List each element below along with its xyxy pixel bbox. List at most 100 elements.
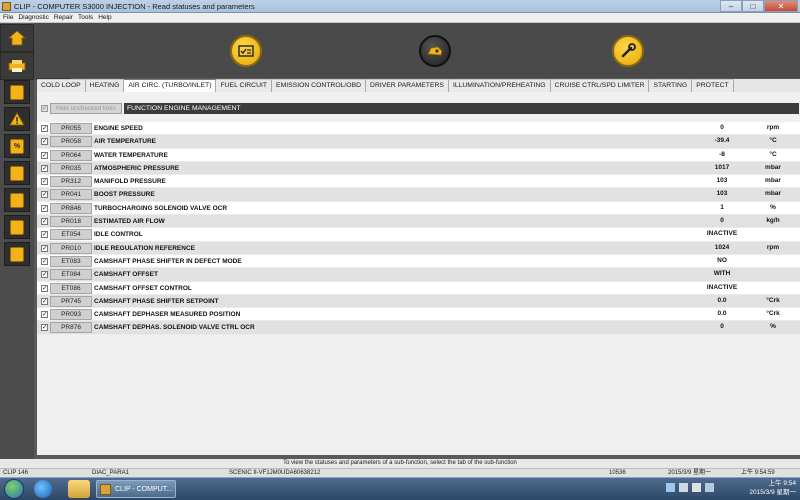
tab-4[interactable]: EMISSION CONTROL/OBD (272, 79, 367, 92)
parameter-code[interactable]: PR846 (50, 202, 92, 214)
sidebar-parameters-button[interactable]: % (4, 134, 30, 158)
parameter-value: 1017 (714, 163, 730, 171)
parameter-row[interactable]: ✓ PR018 ESTIMATED AIR FLOW 0 kg/h (37, 215, 800, 229)
maximize-button[interactable]: □ (742, 0, 764, 12)
tab-8[interactable]: STARTING (649, 79, 693, 92)
row-checkbox[interactable]: ✓ (41, 204, 48, 212)
engine-parameters-button[interactable] (419, 35, 451, 67)
flag-icon[interactable] (692, 483, 701, 492)
keyboard-icon[interactable] (705, 483, 714, 492)
close-button[interactable]: ✕ (764, 0, 798, 12)
parameter-code[interactable]: PR010 (50, 242, 92, 254)
home-button[interactable] (0, 24, 34, 52)
parameter-code[interactable]: ET083 (50, 255, 92, 267)
clock-time: 上午 9:54 (768, 480, 796, 487)
row-checkbox[interactable]: ✓ (41, 218, 48, 226)
parameter-name: CAMSHAFT OFFSET CONTROL (94, 284, 192, 292)
parameter-row[interactable]: ✓ PR745 CAMSHAFT PHASE SHIFTER SETPOINT 0.0… (37, 294, 800, 309)
parameter-row[interactable]: ✓ PR055 ENGINE SPEED 0 rpm (37, 122, 800, 136)
parameter-code[interactable]: ET086 (50, 282, 92, 294)
parameter-code[interactable]: PR055 (50, 123, 92, 134)
network-icon[interactable] (666, 483, 675, 492)
menu-help[interactable]: Help (98, 13, 111, 22)
parameter-code[interactable]: PR093 (50, 309, 92, 321)
parameter-row[interactable]: ✓ PR876 CAMSHAFT DEPHAS. SOLENOID VALVE CT… (37, 321, 800, 335)
parameter-row[interactable]: ✓ ET083 CAMSHAFT PHASE SHIFTER IN DEFECT M… (37, 254, 800, 269)
row-checkbox[interactable]: ✓ (41, 324, 48, 332)
parameter-code[interactable]: PR058 (50, 136, 92, 148)
parameter-value: 0 (720, 323, 724, 331)
sidebar-vehicle-button[interactable] (4, 161, 30, 185)
hide-unchecked-checkbox[interactable]: ✓ (41, 105, 48, 112)
menu-tools[interactable]: Tools (78, 13, 93, 22)
parameter-row[interactable]: ✓ PR041 BOOST PRESSURE 103 mbar (37, 188, 800, 202)
status-check-button[interactable] (230, 35, 262, 67)
sidebar-codes-button[interactable] (4, 242, 30, 266)
tab-7[interactable]: CRUISE CTRL/SPD LIMITER (550, 79, 650, 92)
sidebar-calculator-button[interactable] (4, 80, 30, 104)
parameter-value: -39.4 (714, 137, 730, 145)
row-checkbox[interactable]: ✓ (41, 311, 48, 319)
start-button[interactable] (4, 479, 24, 499)
parameter-code[interactable]: PR035 (50, 162, 92, 174)
sidebar-warning-button[interactable] (4, 107, 30, 131)
row-checkbox[interactable]: ✓ (41, 138, 48, 146)
tab-5[interactable]: DRIVER PARAMETERS (366, 79, 449, 92)
print-button[interactable] (0, 52, 34, 80)
row-checkbox[interactable]: ✓ (41, 231, 48, 239)
row-checkbox[interactable]: ✓ (41, 257, 48, 265)
hide-unchecked-button[interactable]: Hide unchecked lines (50, 103, 122, 114)
internet-explorer-icon[interactable] (34, 480, 52, 498)
row-checkbox[interactable]: ✓ (41, 125, 48, 132)
parameter-code[interactable]: PR745 (50, 295, 92, 307)
row-checkbox[interactable]: ✓ (41, 191, 48, 199)
parameter-row[interactable]: ✓ ET054 IDLE CONTROL INACTIVE (37, 228, 800, 242)
tab-6[interactable]: ILLUMINATION/PREHEATING (448, 79, 551, 92)
tab-2[interactable]: AIR CIRC. (TURBO/INLET) (124, 79, 217, 92)
parameter-row[interactable]: ✓ PR010 IDLE REGULATION REFERENCE 1024 rpm (37, 241, 800, 255)
status-bar: CLIP 146 DIAC_PARA1 SCENIC II-VF1JM0UDA6… (0, 468, 800, 477)
volume-icon[interactable] (679, 483, 688, 492)
tab-0[interactable]: COLD LOOP (37, 79, 86, 92)
parameter-row[interactable]: ✓ PR058 AIR TEMPERATURE -39.4 °C (37, 135, 800, 149)
parameter-row[interactable]: ✓ PR035 ATMOSPHERIC PRESSURE 1017 mbar (37, 161, 800, 176)
parameter-row[interactable]: ✓ ET086 CAMSHAFT OFFSET CONTROL INACTIVE (37, 281, 800, 295)
row-checkbox[interactable]: ✓ (41, 244, 48, 252)
sidebar-repair-button[interactable] (4, 215, 30, 239)
parameter-row[interactable]: ✓ PR093 CAMSHAFT DEPHASER MEASURED POSITIO… (37, 308, 800, 322)
parameter-row[interactable]: ✓ PR064 WATER TEMPERATURE -8 °C (37, 148, 800, 162)
parameter-name: CAMSHAFT DEPHASER MEASURED POSITION (94, 311, 241, 319)
parameter-code[interactable]: ET054 (50, 229, 92, 241)
parameter-name: AIR TEMPERATURE (94, 138, 156, 146)
file-explorer-icon[interactable] (68, 480, 90, 498)
parameter-row[interactable]: ✓ ET084 CAMSHAFT OFFSET WITH (37, 268, 800, 282)
row-checkbox[interactable]: ✓ (41, 164, 48, 172)
taskbar-clock[interactable]: 上午 9:54 2015/3/9 星期一 (716, 479, 796, 499)
status-date: 2015/3/9 星期一 (668, 470, 712, 476)
parameter-code[interactable]: PR041 (50, 189, 92, 201)
parameter-code[interactable]: PR018 (50, 216, 92, 228)
taskbar-clip-task[interactable]: CLIP - COMPUT... (96, 480, 176, 498)
menu-diagnostic[interactable]: Diagnostic (18, 13, 48, 22)
row-checkbox[interactable]: ✓ (41, 271, 48, 279)
row-checkbox[interactable]: ✓ (41, 284, 48, 292)
row-checkbox[interactable]: ✓ (41, 151, 48, 159)
tab-1[interactable]: HEATING (85, 79, 125, 92)
menu-repair[interactable]: Repair (54, 13, 73, 22)
row-checkbox[interactable]: ✓ (41, 178, 48, 186)
repair-button[interactable] (612, 35, 644, 67)
minimize-button[interactable]: – (720, 0, 742, 12)
tab-9[interactable]: PROTECT (692, 79, 734, 92)
parameter-row[interactable]: ✓ PR312 MANIFOLD PRESSURE 103 mbar (37, 175, 800, 189)
sidebar-docs-button[interactable] (4, 188, 30, 212)
parameter-code[interactable]: PR064 (50, 149, 92, 161)
taskbar-task-label: CLIP - COMPUT... (115, 486, 173, 493)
tab-3[interactable]: FUEL CIRCUIT (216, 79, 273, 92)
parameter-code[interactable]: ET084 (50, 269, 92, 281)
parameter-code[interactable]: PR312 (50, 176, 92, 188)
row-checkbox[interactable]: ✓ (41, 297, 48, 305)
menu-file[interactable]: File (3, 13, 13, 22)
parameter-row[interactable]: ✓ PR846 TURBOCHARGING SOLENOID VALVE OCR 1% (37, 201, 800, 216)
parameter-name: IDLE CONTROL (94, 231, 143, 239)
parameter-code[interactable]: PR876 (50, 322, 92, 334)
